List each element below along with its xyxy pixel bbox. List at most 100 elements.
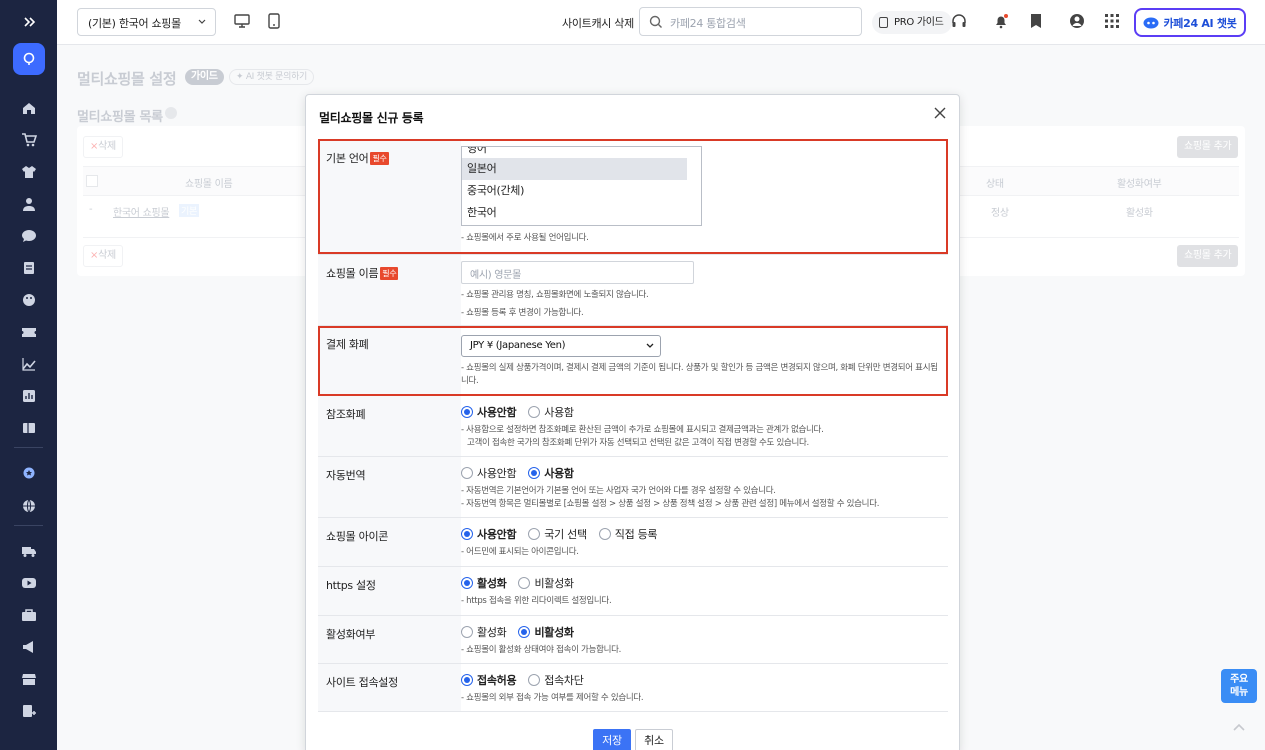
document-icon[interactable] [0,254,57,282]
pro-guide-label: PRO 가이드 [894,17,944,28]
radio-icon-flag[interactable]: 국기 선택 [528,526,587,542]
radio-dot [518,577,531,589]
help-text: 고객이 접속한 국가의 참조화폐 단위가 자동 선택되고 선택된 값은 고객이 … [467,438,809,448]
top-bar: (기본) 한국어 쇼핑몰 사이트캐시 삭제 카페24 통합검색 PRO 가이드 … [57,0,1265,45]
row-site-access: 사이트 접속설정 접속허용 접속차단 - 쇼핑몰의 외부 접속 가능 여부를 제… [318,664,948,712]
shop-icon-label: 쇼핑몰 아이콘 [326,530,389,543]
help-text: - https 접속을 위한 리다이렉트 설정입니다. [461,596,612,606]
palette-icon[interactable] [0,286,57,314]
home-icon[interactable] [0,94,57,122]
radio-access-allow[interactable]: 접속허용 [461,672,517,688]
user-icon[interactable] [0,190,57,218]
radio-dot [461,626,473,638]
row-shop-name: 쇼핑몰 이름 필수 예시) 영문몰 - 쇼핑몰 관리용 명칭, 쇼핑몰화면에 노출… [318,255,948,326]
row-ref-currency: 참조화폐 사용안함 사용함 - 사용함으로 설정하면 참조화폐로 환산된 금액이… [318,396,948,457]
radio-activation-on[interactable]: 활성화 [461,624,507,640]
sidebar-divider [14,447,43,448]
radio-label: 국기 선택 [544,528,587,541]
row-activation: 활성화여부 활성화 비활성화 - 쇼핑몰이 활성화 상태여야 접속이 가능합니다… [318,616,948,664]
radio-label: 사용안함 [477,406,517,419]
shop-name-label: 쇼핑몰 이름 [326,267,379,280]
account-icon[interactable] [1069,13,1085,29]
radio-translate-on[interactable]: 사용함 [528,465,574,481]
https-label: https 설정 [326,579,376,592]
sidebar [0,0,57,750]
help-text: - 쇼핑몰이 활성화 상태여야 접속이 가능합니다. [461,645,622,655]
shop-select-value: (기본) 한국어 쇼핑몰 [88,17,181,30]
radio-ref-currency-on[interactable]: 사용함 [528,404,574,420]
mobile-icon[interactable] [267,13,281,29]
radio-ref-currency-off[interactable]: 사용안함 [461,404,517,420]
radio-activation-off[interactable]: 비활성화 [518,624,574,640]
required-badge: 필수 [380,267,399,280]
radio-label: 직접 등록 [614,528,658,541]
truck-icon[interactable] [0,537,57,565]
stats-icon[interactable] [0,382,57,410]
globe-icon[interactable] [0,492,57,520]
ai-chatbot-label: 카페24 AI 챗봇 [1163,16,1237,30]
megaphone-icon[interactable] [0,633,57,661]
bookmark-icon[interactable] [1029,13,1043,29]
pro-guide-button[interactable]: PRO 가이드 [872,11,952,34]
label-cell: 쇼핑몰 이름 필수 [318,255,461,325]
toolbox-icon[interactable] [0,601,57,629]
video-icon[interactable] [0,569,57,597]
cart-icon[interactable] [0,126,57,154]
label-cell: 활성화여부 [318,616,461,663]
radio-https-on[interactable]: 활성화 [461,575,507,591]
desktop-icon[interactable] [234,13,250,29]
app-add-icon[interactable] [0,697,57,725]
store-icon[interactable] [0,665,57,693]
sidebar-divider [14,525,43,526]
expand-icon[interactable] [0,8,57,36]
ai-chatbot-button[interactable]: 카페24 AI 챗봇 [1134,8,1246,37]
radio-label: 사용안함 [477,467,517,480]
shop-select[interactable]: (기본) 한국어 쇼핑몰 [77,8,216,36]
chat-icon[interactable] [0,222,57,250]
search-box[interactable]: 카페24 통합검색 [639,7,862,36]
radio-label: 활성화 [477,577,507,590]
cache-delete-button[interactable]: 사이트캐시 삭제 [562,15,634,31]
label-cell: https 설정 [318,567,461,615]
scroll-top-icon[interactable] [1232,721,1246,733]
chart-icon[interactable] [0,350,57,378]
radio-dot [461,467,473,479]
help-text: - 자동번역은 기본언어가 기본몰 언어 또는 사업자 국가 언어와 다를 경우… [461,486,776,496]
guide-book-icon [879,17,888,28]
radio-dot [461,406,473,418]
ticket-icon[interactable] [0,318,57,346]
highlight-box [318,139,948,254]
help-text: - 쇼핑몰 관리용 명칭, 쇼핑몰화면에 노출되지 않습니다. [461,290,649,300]
chevron-down-icon [198,19,206,24]
shop-name-input[interactable]: 예시) 영문몰 [461,261,694,284]
help-text: - 사용함으로 설정하면 참조화폐로 환산된 금액이 추가로 쇼핑몰에 표시되고… [461,425,824,435]
save-button[interactable]: 저장 [593,729,631,750]
cancel-button[interactable]: 취소 [635,729,673,750]
radio-translate-off[interactable]: 사용안함 [461,465,517,481]
row-auto-translate: 자동번역 사용안함 사용함 - 자동번역은 기본언어가 기본몰 언어 또는 사업… [318,457,948,518]
radio-label: 비활성화 [534,626,574,639]
bell-icon[interactable] [993,13,1009,29]
shirt-icon[interactable] [0,158,57,186]
radio-label: 사용안함 [477,528,517,541]
radio-dot [528,406,541,418]
board-icon[interactable] [0,414,57,442]
search-placeholder: 카페24 통합검색 [670,17,746,30]
radio-https-off[interactable]: 비활성화 [518,575,574,591]
cafe24-home-icon[interactable] [13,43,45,75]
site-access-label: 사이트 접속설정 [326,676,398,689]
label-cell: 참조화폐 [318,396,461,456]
headset-icon[interactable] [951,13,967,29]
help-text: - 쇼핑몰의 외부 접속 가능 여부를 제어할 수 있습니다. [461,693,644,703]
badge-icon[interactable] [0,460,57,488]
search-icon [649,15,662,28]
radio-access-block[interactable]: 접속차단 [528,672,584,688]
close-icon[interactable] [933,106,947,120]
row-shop-icon: 쇼핑몰 아이콘 사용안함 국기 선택 직접 등록 - 어드민에 표시되는 아이콘… [318,518,948,567]
main-menu-button[interactable]: 주요 메뉴 [1221,669,1257,703]
radio-dot [598,528,611,540]
label-cell: 사이트 접속설정 [318,664,461,711]
apps-grid-icon[interactable] [1104,13,1120,29]
radio-icon-off[interactable]: 사용안함 [461,526,517,542]
radio-icon-custom[interactable]: 직접 등록 [598,526,658,542]
